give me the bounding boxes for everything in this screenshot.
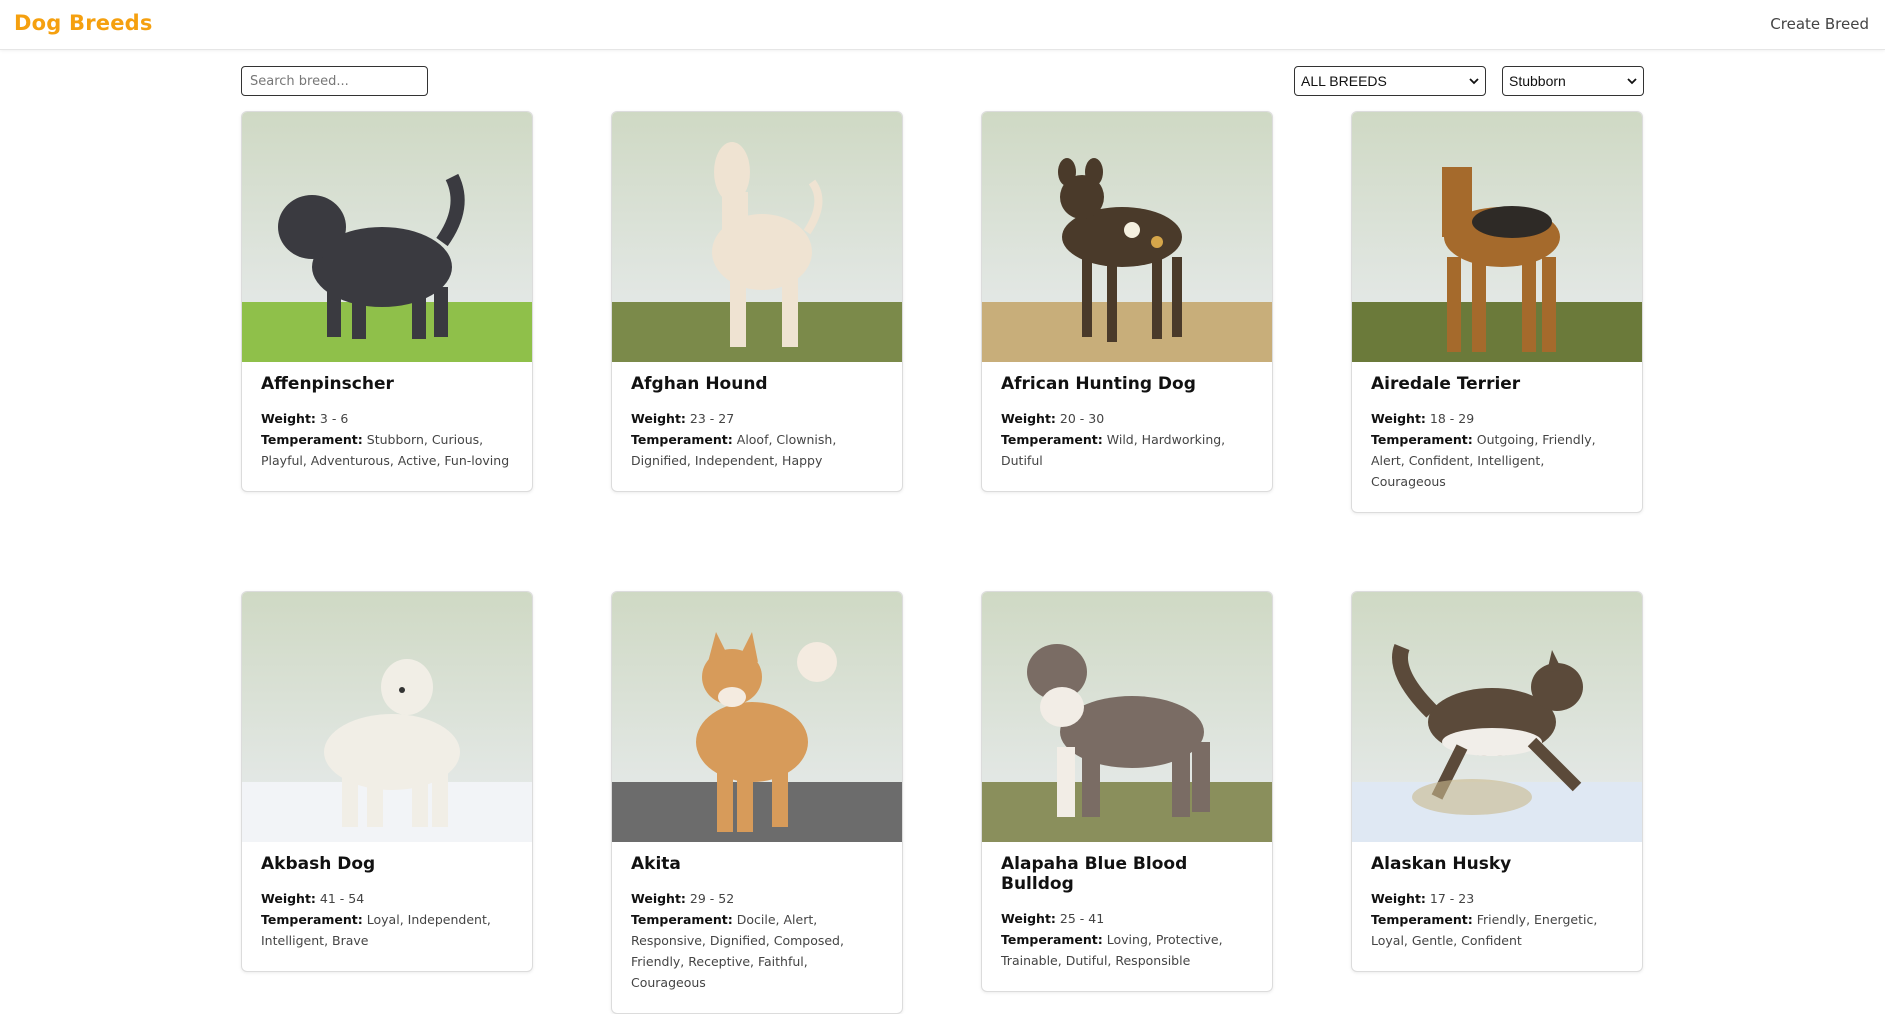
weight-label: Weight: — [261, 411, 316, 426]
breed-card[interactable]: Akbash Dog Weight: 41 - 54 Temperament: … — [241, 591, 533, 972]
breed-name: African Hunting Dog — [1001, 374, 1196, 394]
weight-value: 3 - 6 — [319, 411, 349, 426]
weight-value: 25 - 41 — [1059, 911, 1105, 926]
breed-source-select[interactable]: ALL BREEDS — [1294, 66, 1486, 96]
breed-photo — [242, 112, 532, 362]
weight-value: 41 - 54 — [319, 891, 365, 906]
breed-photo — [612, 592, 902, 842]
breed-weight: Weight: 25 - 41 — [1001, 908, 1253, 929]
chevron-down-icon — [1469, 78, 1479, 85]
breed-card[interactable]: Afghan Hound Weight: 23 - 27 Temperament… — [611, 111, 903, 492]
breed-photo — [982, 112, 1272, 362]
temperament-label: Temperament: — [261, 432, 363, 447]
breed-weight: Weight: 29 - 52 — [631, 888, 883, 909]
breed-temperament: Temperament: Outgoing, Friendly, Alert, … — [1371, 429, 1623, 492]
temperament-label: Temperament: — [1371, 912, 1473, 927]
breed-temperament: Temperament: Loyal, Independent, Intelli… — [261, 909, 513, 951]
temperament-label: Temperament: — [261, 912, 363, 927]
temperament-label: Temperament: — [1001, 932, 1103, 947]
breed-temperament: Temperament: Docile, Alert, Responsive, … — [631, 909, 883, 993]
temperament-label: Temperament: — [631, 432, 733, 447]
breed-card[interactable]: Alaskan Husky Weight: 17 - 23 Temperamen… — [1351, 591, 1643, 972]
breed-weight: Weight: 23 - 27 — [631, 408, 883, 429]
weight-value: 29 - 52 — [689, 891, 735, 906]
breed-weight: Weight: 17 - 23 — [1371, 888, 1623, 909]
breed-photo — [242, 592, 532, 842]
weight-label: Weight: — [261, 891, 316, 906]
weight-value: 20 - 30 — [1059, 411, 1105, 426]
breed-temperament: Temperament: Aloof, Clownish, Dignified,… — [631, 429, 883, 471]
breed-card[interactable]: Airedale Terrier Weight: 18 - 29 Tempera… — [1351, 111, 1643, 513]
breed-source-value: ALL BREEDS — [1301, 73, 1387, 89]
breed-name: Akbash Dog — [261, 854, 376, 874]
search-input[interactable] — [241, 66, 428, 96]
breed-temperament: Temperament: Loving, Protective, Trainab… — [1001, 929, 1253, 971]
weight-value: 17 - 23 — [1429, 891, 1475, 906]
weight-label: Weight: — [1001, 911, 1056, 926]
weight-value: 23 - 27 — [689, 411, 735, 426]
breed-name: Alapaha Blue Blood Bulldog — [1001, 854, 1188, 894]
breed-card[interactable]: Akita Weight: 29 - 52 Temperament: Docil… — [611, 591, 903, 1014]
weight-label: Weight: — [1001, 411, 1056, 426]
breed-photo — [612, 112, 902, 362]
temperament-value: Stubborn — [1509, 73, 1566, 89]
breed-weight: Weight: 20 - 30 — [1001, 408, 1253, 429]
breed-name: Affenpinscher — [261, 374, 394, 394]
breed-name: Airedale Terrier — [1371, 374, 1521, 394]
temperament-label: Temperament: — [1371, 432, 1473, 447]
brand-logo-link[interactable]: Dog Breeds — [14, 11, 153, 35]
temperament-label: Temperament: — [631, 912, 733, 927]
temperament-label: Temperament: — [1001, 432, 1103, 447]
temperament-select[interactable]: Stubborn — [1502, 66, 1644, 96]
breed-card[interactable]: Affenpinscher Weight: 3 - 6 Temperament:… — [241, 111, 533, 492]
weight-label: Weight: — [1371, 411, 1426, 426]
weight-value: 18 - 29 — [1429, 411, 1475, 426]
breed-card[interactable]: African Hunting Dog Weight: 20 - 30 Temp… — [981, 111, 1273, 492]
weight-label: Weight: — [631, 891, 686, 906]
create-breed-link[interactable]: Create Breed — [1770, 15, 1869, 33]
weight-label: Weight: — [1371, 891, 1426, 906]
breed-card[interactable]: Alapaha Blue Blood Bulldog Weight: 25 - … — [981, 591, 1273, 992]
breed-temperament: Temperament: Wild, Hardworking, Dutiful — [1001, 429, 1253, 471]
breed-temperament: Temperament: Friendly, Energetic, Loyal,… — [1371, 909, 1623, 951]
breed-name: Akita — [631, 854, 681, 874]
breed-name: Alaskan Husky — [1371, 854, 1512, 874]
breed-photo — [982, 592, 1272, 842]
breed-photo — [1352, 112, 1642, 362]
chevron-down-icon — [1627, 78, 1637, 85]
weight-label: Weight: — [631, 411, 686, 426]
top-navbar: Dog Breeds Create Breed — [0, 0, 1885, 50]
breed-photo — [1352, 592, 1642, 842]
breed-weight: Weight: 18 - 29 — [1371, 408, 1623, 429]
breed-temperament: Temperament: Stubborn, Curious, Playful,… — [261, 429, 513, 471]
breed-weight: Weight: 3 - 6 — [261, 408, 513, 429]
breed-weight: Weight: 41 - 54 — [261, 888, 513, 909]
breed-name: Afghan Hound — [631, 374, 768, 394]
